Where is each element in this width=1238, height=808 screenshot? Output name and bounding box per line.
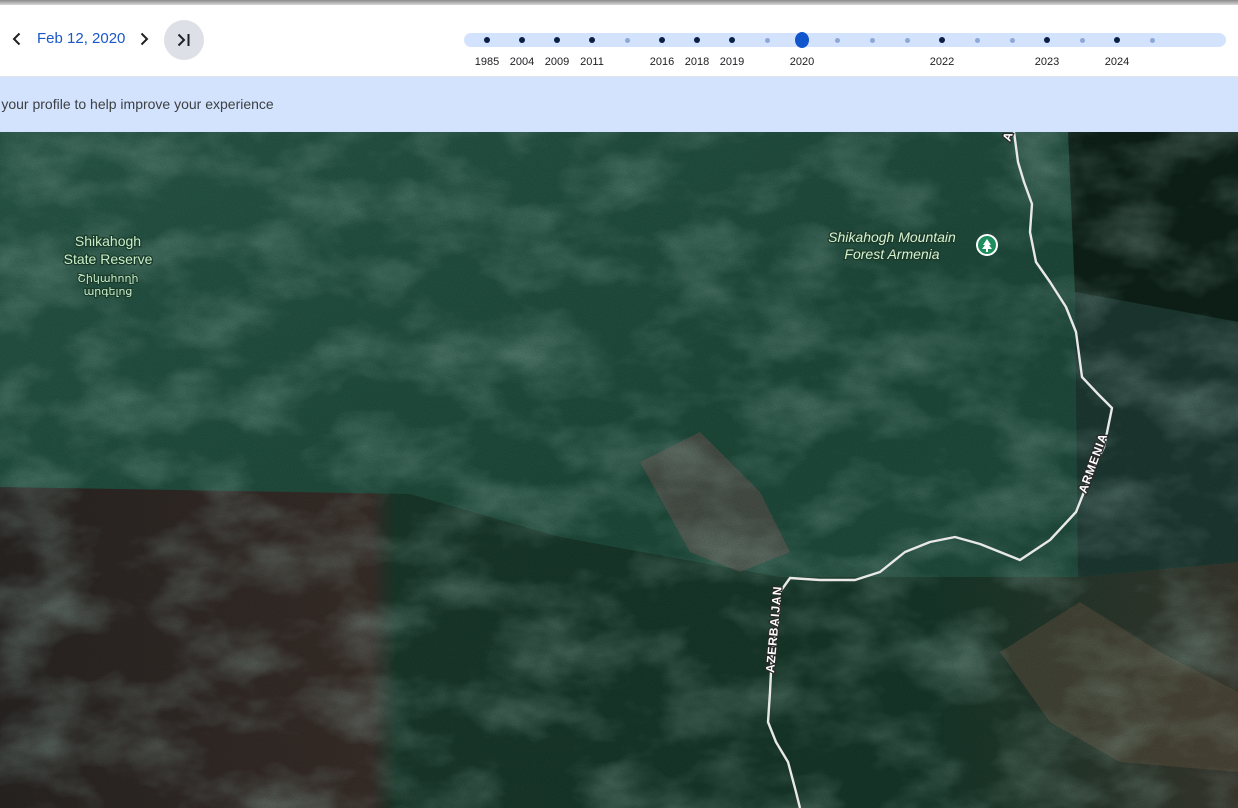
timeline-tick[interactable] (1075, 33, 1089, 47)
timeline-tick[interactable] (1110, 33, 1124, 47)
timeline-tick-selected[interactable] (795, 32, 809, 48)
timeline-dot (729, 37, 735, 43)
timeline-tick[interactable] (1005, 33, 1019, 47)
timeline-dot (869, 37, 875, 43)
timeline-dot (1079, 37, 1085, 43)
timeline-tick[interactable] (760, 33, 774, 47)
chevron-right-icon (140, 32, 149, 46)
previous-date-button[interactable] (3, 25, 31, 53)
timeline-tick[interactable] (550, 33, 564, 47)
timeline-dot (554, 37, 560, 43)
svg-text:Shikahogh: Shikahogh (75, 233, 141, 249)
chevron-left-icon (12, 32, 21, 46)
timeline-dot (659, 37, 665, 43)
satellite-imagery: Shikahogh State Reserve Շիկահողի արգելոց… (0, 132, 1238, 808)
timeline-year-label[interactable]: 2019 (712, 56, 752, 68)
timeline-tick[interactable] (935, 33, 949, 47)
timeline-tick[interactable] (515, 33, 529, 47)
timelapse-toolbar: Feb 12, 2020 1985 2004 2009 2011 2016 2018 201… (0, 5, 1238, 77)
timeline-dot (519, 37, 525, 43)
timeline-year-label[interactable]: 2011 (572, 56, 612, 68)
timeline-dot (1149, 37, 1155, 43)
timeline-year-label[interactable]: 2022 (922, 56, 962, 68)
timeline-tick[interactable] (970, 33, 984, 47)
svg-text:Շիկահողի: Շիկահողի (78, 273, 139, 285)
timeline-tick[interactable] (480, 33, 494, 47)
satellite-map[interactable]: Shikahogh State Reserve Շիկահողի արգելոց… (0, 132, 1238, 808)
timeline-tick[interactable] (1040, 33, 1054, 47)
banner-text: ete your profile to help improve your ex… (0, 96, 274, 112)
forest-poi-label[interactable]: Shikahogh Mountain Forest Armenia (827, 228, 957, 264)
timeline-year-label[interactable]: 2020 (782, 56, 822, 68)
timeline-tick[interactable] (900, 33, 914, 47)
timeline-year-label[interactable]: 2009 (537, 56, 577, 68)
timeline-tick[interactable] (830, 33, 844, 47)
timeline-dot (1009, 37, 1015, 43)
timeline-tick[interactable] (690, 33, 704, 47)
timeline-year-label[interactable]: 2024 (1097, 56, 1137, 68)
timeline-dot (589, 37, 595, 43)
timeline-year-label[interactable]: 1985 (467, 56, 507, 68)
timeline-tick[interactable] (725, 33, 739, 47)
svg-text:Shikahogh Mountain: Shikahogh Mountain (828, 229, 956, 245)
timeline-tick[interactable] (585, 33, 599, 47)
timeline-dot (484, 37, 490, 43)
timeline-year-label[interactable]: 2018 (677, 56, 717, 68)
timeline-dot (939, 37, 945, 43)
svg-text:արգելոց: արգելոց (84, 286, 133, 298)
skip-to-latest-button[interactable] (164, 20, 204, 60)
timeline-tick[interactable] (865, 33, 879, 47)
timeline-dot (795, 32, 809, 48)
svg-text:State Reserve: State Reserve (64, 251, 153, 267)
timeline-dot (694, 37, 700, 43)
skip-to-latest-icon (177, 33, 190, 47)
timeline-year-label[interactable]: 2016 (642, 56, 682, 68)
timeline-dot (974, 37, 980, 43)
timeline-year-label[interactable]: 2004 (502, 56, 542, 68)
timeline-dot (764, 37, 770, 43)
timeline-tick[interactable] (1145, 33, 1159, 47)
timeline-dot (1044, 37, 1050, 43)
tree-pin-icon[interactable] (976, 234, 998, 256)
svg-text:Forest Armenia: Forest Armenia (844, 246, 939, 262)
timeline-dot (1114, 37, 1120, 43)
timeline-year-label[interactable]: 2023 (1027, 56, 1067, 68)
timeline-dot (834, 37, 840, 43)
timeline-tick[interactable] (655, 33, 669, 47)
current-date[interactable]: Feb 12, 2020 (37, 30, 125, 48)
timeline-dot (624, 37, 630, 43)
profile-banner[interactable]: ete your profile to help improve your ex… (0, 77, 1238, 132)
timeline-tick[interactable] (620, 33, 634, 47)
timeline-dot (904, 37, 910, 43)
next-date-button[interactable] (130, 25, 158, 53)
